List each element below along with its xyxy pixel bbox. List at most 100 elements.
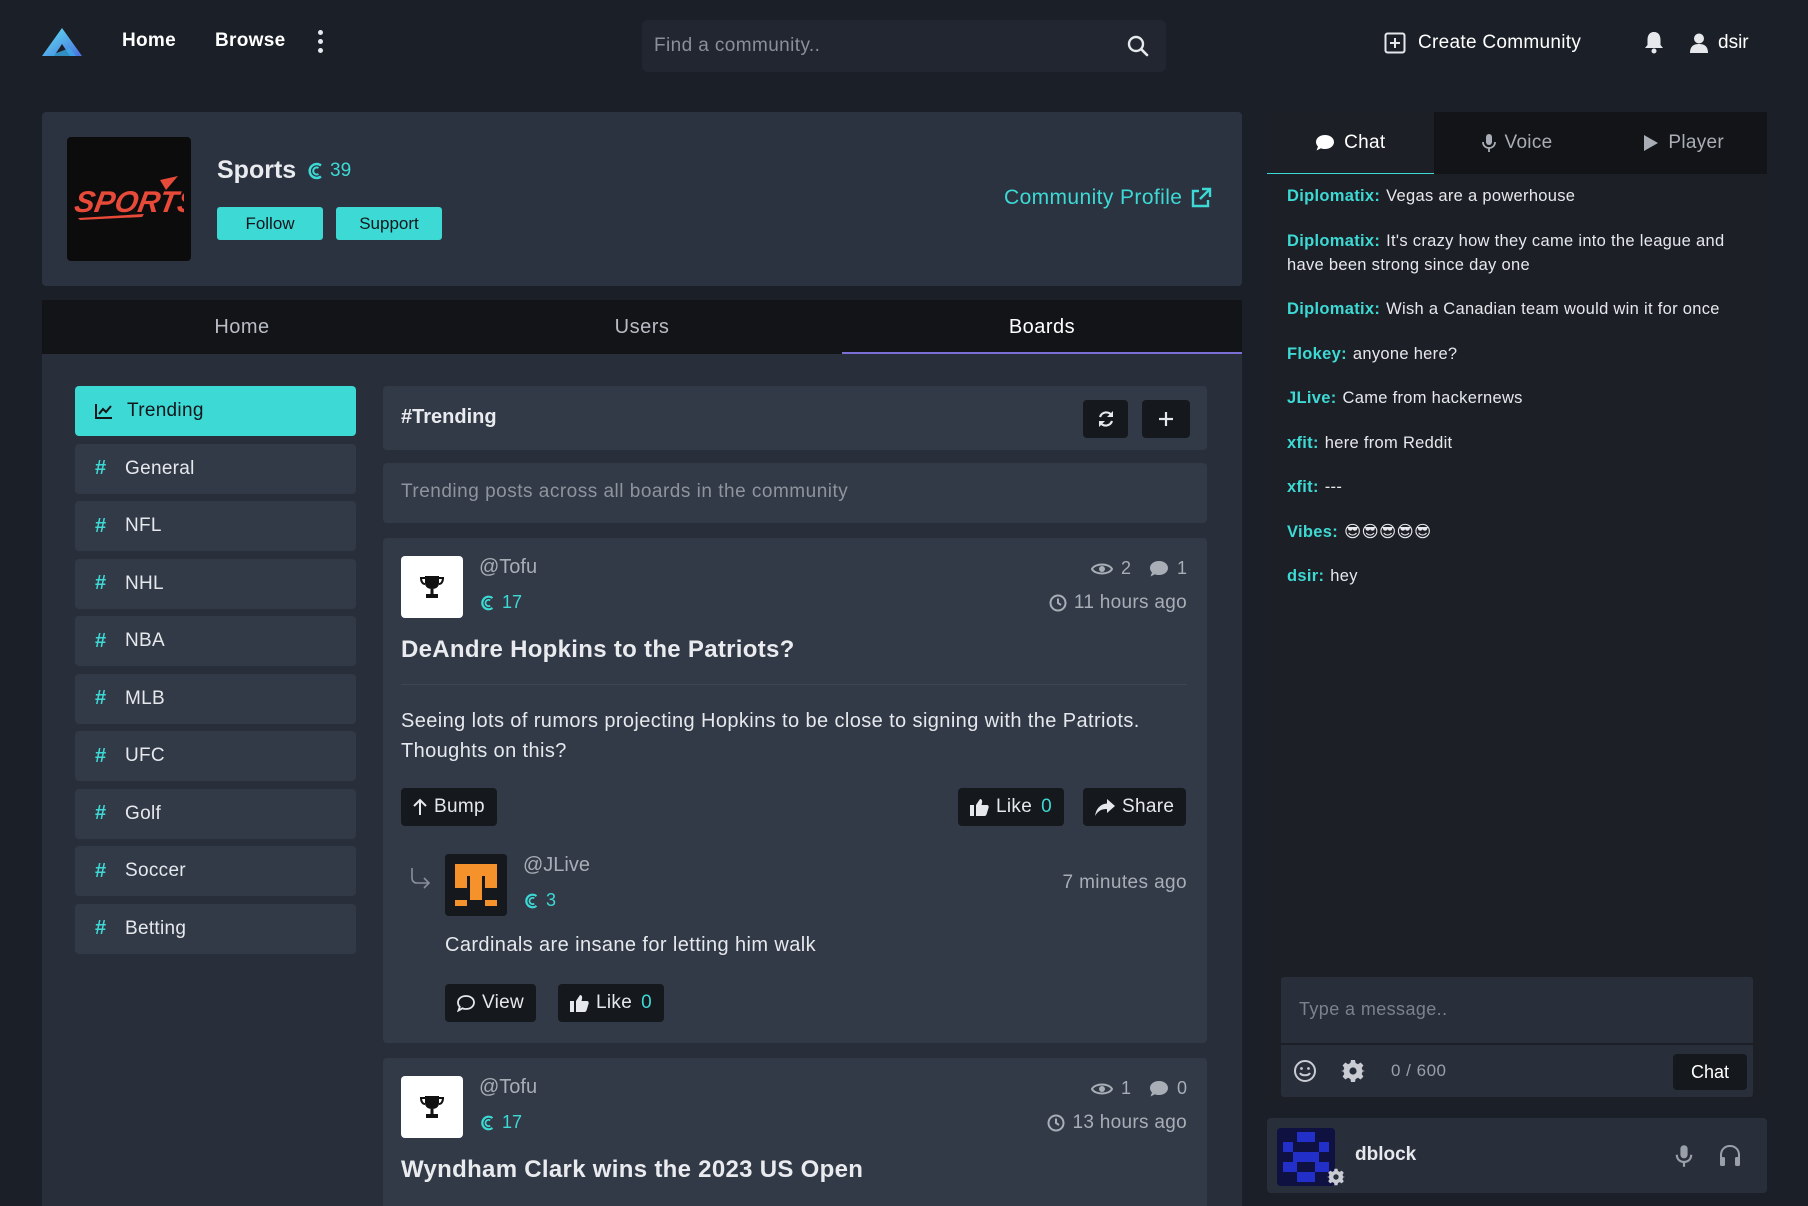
message-user[interactable]: dsir: xyxy=(1287,567,1324,585)
tab-users[interactable]: Users xyxy=(442,300,842,354)
search-input[interactable] xyxy=(654,30,1094,62)
board-item-ufc[interactable]: # UFC xyxy=(75,731,356,781)
board-item-betting[interactable]: # Betting xyxy=(75,903,356,954)
bump-label: Bump xyxy=(434,796,485,817)
top-navbar: Home Browse Create Community dsir xyxy=(0,0,1808,86)
tab-voice[interactable]: Voice xyxy=(1434,112,1601,174)
avatar[interactable] xyxy=(401,1076,463,1138)
send-chat-button[interactable]: Chat xyxy=(1673,1054,1747,1090)
credits-icon xyxy=(308,162,322,180)
post-time-label: 13 hours ago xyxy=(1072,1112,1187,1133)
feed-header: #Trending xyxy=(383,386,1207,450)
tab-boards[interactable]: Boards xyxy=(842,300,1242,354)
emoji-icon[interactable] xyxy=(1293,1059,1317,1083)
board-item-soccer[interactable]: # Soccer xyxy=(75,846,356,896)
board-item-label: NBA xyxy=(125,630,165,651)
thumbs-up-icon xyxy=(970,799,989,816)
post-author-credits: 17 xyxy=(479,1112,522,1133)
board-item-label: Trending xyxy=(127,400,204,421)
message-text: 😎😎😎😎😎 xyxy=(1344,522,1432,541)
like-button[interactable]: Like 0 xyxy=(958,788,1064,826)
nav-home-link[interactable]: Home xyxy=(122,30,176,52)
user-settings-gear-icon[interactable] xyxy=(1327,1168,1345,1186)
board-item-nfl[interactable]: # NFL xyxy=(75,501,356,551)
user-menu[interactable]: dsir xyxy=(1690,30,1749,56)
tab-home[interactable]: Home xyxy=(42,300,442,354)
share-icon xyxy=(1095,798,1115,816)
post-author[interactable]: @Tofu xyxy=(479,556,537,579)
external-link-icon xyxy=(1192,187,1212,208)
views-count: 1 xyxy=(1120,1078,1131,1098)
create-community-button[interactable]: Create Community xyxy=(1384,28,1581,58)
tab-player[interactable]: Player xyxy=(1600,112,1767,174)
board-item-mlb[interactable]: # MLB xyxy=(75,673,356,724)
bump-button[interactable]: Bump xyxy=(401,788,497,826)
message-user[interactable]: Diplomatix: xyxy=(1287,187,1380,205)
message-user[interactable]: Vibes: xyxy=(1287,523,1338,541)
message-user[interactable]: Flokey: xyxy=(1287,345,1347,363)
post-author[interactable]: @Tofu xyxy=(479,1076,537,1099)
logo-icon[interactable] xyxy=(40,26,84,58)
microphone-icon[interactable] xyxy=(1675,1144,1693,1168)
chat-settings-gear-icon[interactable] xyxy=(1341,1059,1365,1083)
community-header: SPORTS Sports 39 Follow Support Communit… xyxy=(42,112,1242,286)
message-user[interactable]: JLive: xyxy=(1287,389,1337,407)
community-profile-link[interactable]: Community Profile xyxy=(1004,186,1212,210)
reply-author[interactable]: @JLive xyxy=(523,854,590,877)
reply-time: 7 minutes ago xyxy=(1062,872,1187,893)
board-item-trending[interactable]: Trending xyxy=(75,386,356,436)
board-item-nhl[interactable]: # NHL xyxy=(75,558,356,609)
message-user[interactable]: Diplomatix: xyxy=(1287,232,1380,250)
board-item-nba[interactable]: # NBA xyxy=(75,616,356,666)
search-icon[interactable] xyxy=(1126,34,1150,58)
chat-message-input[interactable] xyxy=(1299,991,1739,1027)
chat-message: Vibes: 😎😎😎😎😎 xyxy=(1287,520,1747,544)
message-user[interactable]: xfit: xyxy=(1287,478,1319,496)
message-user[interactable]: xfit: xyxy=(1287,434,1319,452)
message-user[interactable]: Diplomatix: xyxy=(1287,300,1380,318)
reply-author-credits: 3 xyxy=(523,890,556,911)
credits-icon xyxy=(525,893,538,908)
comment-outline-icon xyxy=(457,994,475,1012)
more-menu-icon[interactable] xyxy=(318,30,324,54)
headphones-icon[interactable] xyxy=(1719,1144,1741,1168)
plus-icon xyxy=(1159,412,1173,426)
user-icon xyxy=(1690,33,1708,53)
follow-button[interactable]: Follow xyxy=(217,207,323,240)
share-button[interactable]: Share xyxy=(1083,788,1187,826)
tab-chat[interactable]: Chat xyxy=(1267,112,1434,174)
board-item-label: Golf xyxy=(125,802,162,824)
notifications-bell-icon[interactable] xyxy=(1643,30,1665,54)
community-name: Sports xyxy=(217,156,297,184)
create-community-label: Create Community xyxy=(1418,32,1582,53)
tab-label: Voice xyxy=(1504,132,1553,153)
post-card[interactable]: @Tofu 17 2 1 11 hours ago DeAndre Hopkin… xyxy=(383,538,1207,1043)
new-post-button[interactable] xyxy=(1142,400,1190,438)
board-item-general[interactable]: # General xyxy=(75,443,356,494)
post-card[interactable]: @Tofu 17 1 0 13 hours ago Wyndham Clark … xyxy=(383,1058,1207,1206)
voice-user-bar: dblock xyxy=(1267,1118,1767,1193)
play-icon xyxy=(1644,135,1659,151)
nav-browse-link[interactable]: Browse xyxy=(215,30,285,52)
avatar[interactable] xyxy=(401,556,463,618)
trophy-icon xyxy=(420,1096,444,1118)
community-credits: 39 xyxy=(306,160,351,182)
post-title[interactable]: Wyndham Clark wins the 2023 US Open xyxy=(401,1156,863,1184)
chat-message: JLive: Came from hackernews xyxy=(1287,386,1747,410)
support-button[interactable]: Support xyxy=(336,207,442,240)
clock-icon xyxy=(1049,594,1067,612)
eye-icon xyxy=(1090,563,1113,574)
view-label: View xyxy=(482,992,525,1013)
refresh-button[interactable] xyxy=(1083,400,1128,438)
board-item-label: UFC xyxy=(125,745,165,766)
reply-like-button[interactable]: Like 0 xyxy=(558,984,664,1022)
view-reply-button[interactable]: View xyxy=(445,984,537,1022)
credits-value: 3 xyxy=(546,890,557,910)
tab-label: Chat xyxy=(1344,131,1386,153)
board-item-golf[interactable]: # Golf xyxy=(75,788,356,839)
chat-message: xfit: --- xyxy=(1287,475,1747,499)
post-title[interactable]: DeAndre Hopkins to the Patriots? xyxy=(401,636,795,664)
reply-avatar[interactable] xyxy=(445,854,507,916)
message-text: anyone here? xyxy=(1352,344,1458,363)
message-text: here from Reddit xyxy=(1324,433,1453,452)
